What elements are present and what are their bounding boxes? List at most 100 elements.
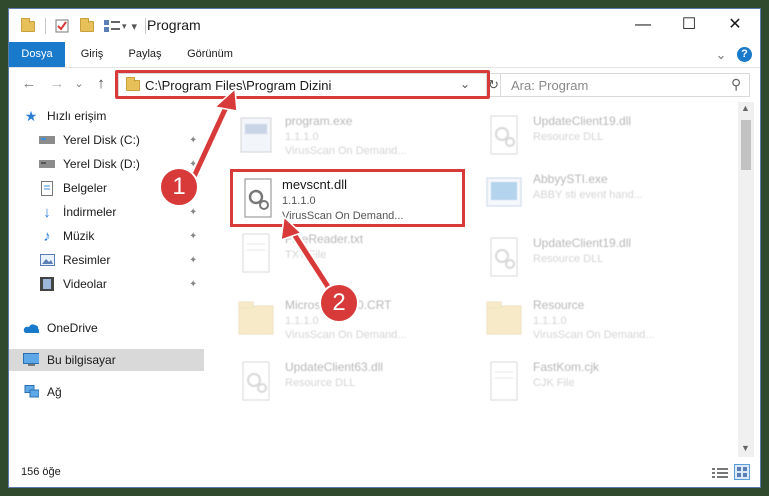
sidebar-item-label: Yerel Disk (C:) <box>63 133 140 147</box>
scroll-down-icon[interactable]: ▼ <box>741 443 750 453</box>
close-button[interactable]: ✕ <box>712 9 758 41</box>
up-button[interactable]: ↑ <box>91 74 111 94</box>
music-icon: ♪ <box>43 227 51 245</box>
pin-icon[interactable]: ✦ <box>189 279 197 290</box>
exe-file-icon <box>486 177 522 207</box>
search-icon[interactable]: ⚲ <box>731 76 741 93</box>
file-version: 1.1.1.0 <box>285 131 319 143</box>
file-type: CJK File <box>533 377 575 389</box>
highlighted-file-item[interactable]: mevscnt.dll 1.1.1.0 VirusScan On Demand.… <box>230 169 465 227</box>
exe-file-icon <box>240 117 272 153</box>
drive-d-icon <box>39 156 55 172</box>
minimize-button[interactable]: — <box>620 9 666 41</box>
file-name: UpdateClient63.dll <box>285 360 384 374</box>
back-button[interactable]: ← <box>19 74 39 94</box>
file-type: Resource DLL <box>285 377 356 389</box>
recent-locations-button[interactable]: ⌄ <box>69 74 89 94</box>
file-item[interactable]: UpdateClient63.dll Resource DLL <box>235 356 467 410</box>
file-item[interactable]: Resource 1.1.1.0 VirusScan On Demand... <box>483 294 715 348</box>
scrollbar-thumb[interactable] <box>741 120 751 170</box>
sidebar-item-label: Yerel Disk (D:) <box>63 157 140 171</box>
file-version: 1.1.1.0 <box>282 195 316 207</box>
file-item[interactable]: program.exe 1.1.1.0 VirusScan On Demand.… <box>235 110 467 164</box>
file-version: 1.1.1.0 <box>285 315 319 327</box>
computer-icon <box>23 352 39 368</box>
step-1-badge: 1 <box>159 167 199 207</box>
dropdown-arrow-icon[interactable]: ▾ <box>122 21 127 32</box>
pictures-icon <box>39 252 55 268</box>
help-icon[interactable]: ? <box>737 47 752 62</box>
quick-access-toolbar: ▾ ▾ <box>21 17 147 34</box>
file-type: Resource DLL <box>533 131 604 143</box>
sidebar-item-label: Hızlı erişim <box>47 109 107 123</box>
pin-icon[interactable]: ✦ <box>189 159 197 170</box>
view-options-icon[interactable] <box>104 19 120 33</box>
file-name: UpdateClient19.dll <box>533 236 632 250</box>
cloud-icon <box>23 320 39 336</box>
pin-icon[interactable]: ✦ <box>189 231 197 242</box>
properties-icon[interactable] <box>55 19 69 33</box>
dll-file-icon <box>490 115 518 155</box>
sidebar-item-label: Bu bilgisayar <box>47 353 116 367</box>
file-description: ABBY sti event hand... <box>533 189 643 201</box>
forward-button[interactable]: → <box>47 74 67 94</box>
pin-icon[interactable]: ✦ <box>189 207 197 218</box>
step-2-badge: 2 <box>319 283 359 323</box>
ribbon-expand-icon[interactable]: ⌄ <box>713 42 729 67</box>
file-name: UpdateClient19.dll <box>533 114 632 128</box>
window-title: Program <box>147 17 201 33</box>
file-name: FastKom.cjk <box>533 360 600 374</box>
file-name: FineReader.txt <box>285 232 364 246</box>
file-description: VirusScan On Demand... <box>285 145 407 157</box>
search-box[interactable]: Ara: Program ⚲ <box>500 73 750 97</box>
sidebar-item-label: OneDrive <box>47 321 98 335</box>
ribbon-tabs: Dosya Giriş Paylaş Görünüm ⌄ ? <box>9 42 760 68</box>
tab-gorunum[interactable]: Görünüm <box>179 42 241 67</box>
file-item[interactable]: AbbyySTI.exe ABBY sti event hand... <box>483 168 715 222</box>
file-version: 1.1.1.0 <box>533 315 567 327</box>
drive-c-icon <box>39 132 55 148</box>
dll-file-icon <box>242 361 270 401</box>
sidebar-item-network[interactable]: Ağ <box>9 381 204 403</box>
sidebar-item-quick-access[interactable]: ★ Hızlı erişim <box>9 105 204 127</box>
vertical-scrollbar[interactable]: ▲ ▼ <box>738 102 754 457</box>
text-file-icon <box>490 361 518 401</box>
new-folder-icon[interactable] <box>80 17 94 32</box>
scroll-up-icon[interactable]: ▲ <box>741 103 750 113</box>
downloads-icon: ↓ <box>43 203 51 221</box>
maximize-button[interactable]: ☐ <box>666 9 712 41</box>
file-item[interactable]: UpdateClient19.dll Resource DLL <box>483 232 715 286</box>
tab-giris[interactable]: Giriş <box>71 42 113 67</box>
file-item[interactable]: UpdateClient19.dll Resource DLL <box>483 110 715 164</box>
file-type: TXT File <box>285 249 327 261</box>
file-description: VirusScan On Demand... <box>282 210 404 222</box>
details-view-icon[interactable] <box>712 467 728 479</box>
sidebar-item-onedrive[interactable]: OneDrive <box>9 317 204 339</box>
file-name: AbbyySTI.exe <box>533 172 608 186</box>
tiles-view-icon[interactable] <box>734 464 750 480</box>
pin-icon[interactable]: ✦ <box>189 135 197 146</box>
sidebar-item-pictures[interactable]: Resimler ✦ <box>9 249 204 271</box>
sidebar-item-this-pc[interactable]: Bu bilgisayar <box>9 349 204 371</box>
pin-icon[interactable]: ✦ <box>189 255 197 266</box>
file-name: Resource <box>533 298 585 312</box>
file-item[interactable]: FineReader.txt TXT File <box>235 228 467 282</box>
explorer-window: ▾ ▾ Program — ☐ ✕ Dosya Giriş Paylaş Gör… <box>8 8 761 488</box>
sidebar-item-videos[interactable]: Videolar ✦ <box>9 273 204 295</box>
sidebar-item-label: Videolar <box>63 277 107 291</box>
navigation-pane: ★ Hızlı erişim Yerel Disk (C:) ✦ Yerel D… <box>9 102 204 457</box>
status-bar: 156 öğe <box>9 459 760 487</box>
file-name: program.exe <box>285 114 353 128</box>
navigation-bar: ← → ⌄ ↑ C:\Program Files\Program Dizini … <box>9 68 760 102</box>
file-item[interactable]: FastKom.cjk CJK File <box>483 356 715 410</box>
tab-paylas[interactable]: Paylaş <box>121 42 169 67</box>
sidebar-item-label: İndirmeler <box>63 205 117 219</box>
sidebar-item-music[interactable]: ♪ Müzik ✦ <box>9 225 204 247</box>
divider <box>145 18 147 34</box>
tab-dosya[interactable]: Dosya <box>9 42 65 67</box>
item-count: 156 öğe <box>21 466 61 478</box>
search-input[interactable]: Ara: Program <box>511 78 588 93</box>
divider <box>45 18 46 34</box>
sidebar-item-drive-c[interactable]: Yerel Disk (C:) ✦ <box>9 129 204 151</box>
customize-qa-icon[interactable]: ▾ <box>132 20 138 33</box>
